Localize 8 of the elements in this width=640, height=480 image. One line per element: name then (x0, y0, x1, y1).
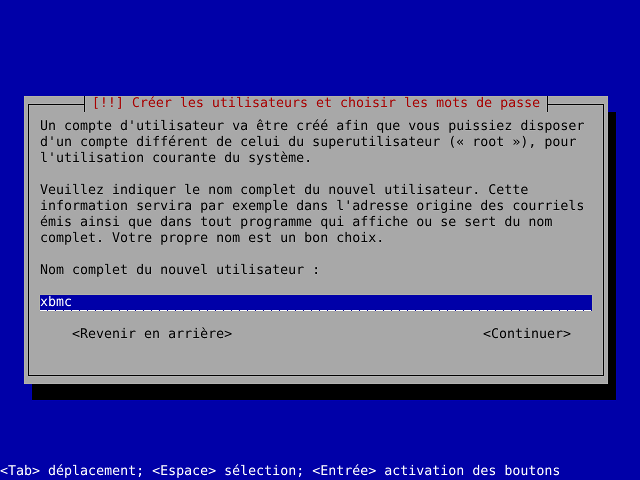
dialog-title: [!!] Créer les utilisateurs et choisir les mots de passe (84, 96, 548, 112)
field-label: Nom complet du nouvel utilisateur : (40, 263, 322, 279)
paragraph: Veuillez indiquer le nom complet du nouvel utilisateur. Cette information servira par exemple dans l'adresse origine des courriels émis ainsi que dans tout programme qui affiche ou se sert du nom complet. Votre propre nom est un bon choix. (40, 183, 586, 247)
paragraph: Un compte d'utilisateur va être créé afin que vous puissiez disposer d'un compte différent de celui du superutilisateur (« root »), pour l'utilisation courante du système. (40, 119, 586, 167)
status-text: <Tab> déplacement; <Espace> sélection; <Entrée> activation des boutons (0, 464, 560, 479)
back-button[interactable]: <Revenir en arrière> (72, 327, 232, 343)
continue-button[interactable]: <Continuer> (482, 327, 571, 343)
input-field[interactable]: xbmc (40, 295, 592, 311)
